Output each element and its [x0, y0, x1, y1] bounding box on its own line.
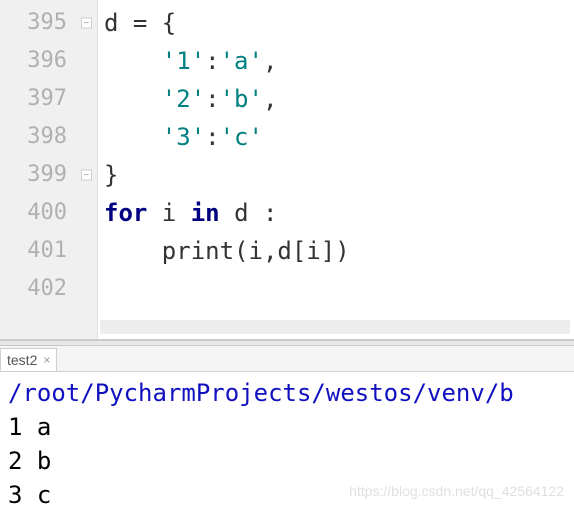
fold-open-icon[interactable]: − [81, 18, 92, 29]
fold-close-icon[interactable]: − [81, 170, 92, 181]
code-line[interactable]: for i in d : [104, 194, 574, 232]
code-line[interactable]: d = { [104, 4, 574, 42]
code-line[interactable]: '3':'c' [104, 118, 574, 156]
line-number: 398 [0, 118, 97, 156]
code-line[interactable]: '1':'a', [104, 42, 574, 80]
close-icon[interactable]: × [43, 353, 50, 367]
line-number: 396 [0, 42, 97, 80]
code-editor: 395−396397398399−400401402 d = { '1':'a'… [0, 0, 574, 340]
line-number: 395− [0, 4, 97, 42]
terminal-output-line: 2 b [8, 444, 566, 478]
code-line[interactable]: } [104, 156, 574, 194]
watermark-text: https://blog.csdn.net/qq_42564122 [349, 483, 564, 499]
line-number: 399− [0, 156, 97, 194]
line-number: 397 [0, 80, 97, 118]
horizontal-scrollbar[interactable] [100, 320, 570, 334]
line-number: 401 [0, 232, 97, 270]
line-number-gutter: 395−396397398399−400401402 [0, 0, 98, 339]
code-line[interactable]: print(i,d[i]) [104, 232, 574, 270]
terminal-output-line: 1 a [8, 410, 566, 444]
interpreter-path: /root/PycharmProjects/westos/venv/b [8, 376, 566, 410]
line-number: 402 [0, 270, 97, 308]
code-content-area[interactable]: d = { '1':'a', '2':'b', '3':'c'}for i in… [98, 0, 574, 339]
code-line[interactable] [104, 270, 574, 308]
tab-label: test2 [7, 352, 37, 368]
terminal-tab-bar: test2 × [0, 346, 574, 372]
line-number: 400 [0, 194, 97, 232]
terminal-tab-test2[interactable]: test2 × [0, 348, 57, 371]
code-line[interactable]: '2':'b', [104, 80, 574, 118]
